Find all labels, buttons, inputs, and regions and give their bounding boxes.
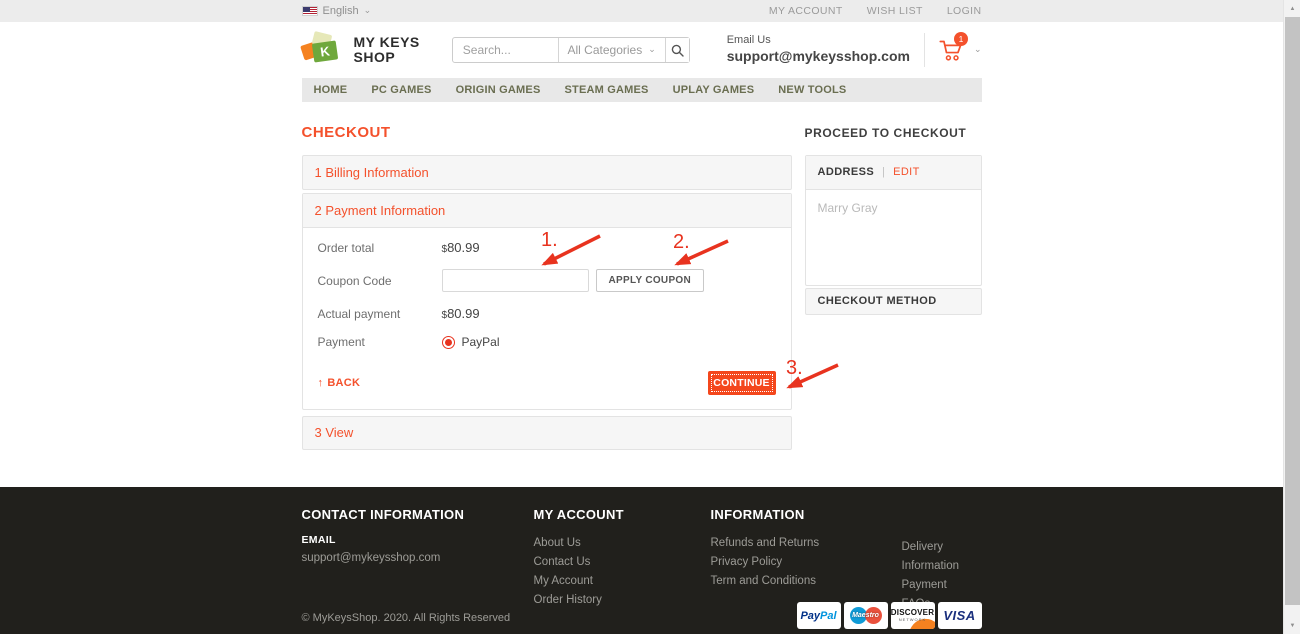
footer-link-order-history[interactable]: Order History: [534, 591, 624, 610]
language-selector[interactable]: English ⌄: [302, 5, 372, 17]
checkout-method-box[interactable]: CHECKOUT METHOD: [805, 288, 982, 315]
actual-payment-value: $80.99: [442, 306, 480, 321]
order-total-row: Order total $80.99: [318, 240, 776, 255]
nav-item-new-tools[interactable]: NEW TOOLS: [766, 84, 858, 96]
proceed-to-checkout-title: PROCEED TO CHECKOUT: [805, 126, 982, 140]
footer-link-delivery[interactable]: Delivery Information: [902, 538, 982, 576]
address-box: ADDRESS | EDIT Marry Gray: [805, 155, 982, 286]
scrollbar-up-arrow[interactable]: ▲: [1284, 0, 1300, 17]
checkout-page: English ⌄ MY ACCOUNT WISH LIST LOGIN K: [0, 0, 1300, 634]
order-total-value: $80.99: [442, 240, 480, 255]
login-link[interactable]: LOGIN: [947, 5, 982, 17]
footer-link-terms[interactable]: Term and Conditions: [711, 572, 820, 591]
my-account-link[interactable]: MY ACCOUNT: [769, 5, 843, 17]
paypal-card-icon: PayPal: [797, 602, 841, 629]
search-icon: [671, 44, 684, 57]
cart-button[interactable]: 1 ⌄: [939, 39, 982, 62]
top-utility-bar: English ⌄ MY ACCOUNT WISH LIST LOGIN: [0, 0, 1283, 22]
logo-text: MY KEYS SHOP: [354, 35, 420, 65]
maestro-card-icon: Maestro: [844, 602, 888, 629]
footer-email-value: support@mykeysshop.com: [302, 549, 465, 568]
category-dropdown[interactable]: All Categories ⌄: [558, 38, 665, 62]
wish-list-link[interactable]: WISH LIST: [867, 5, 923, 17]
payment-label: Payment: [318, 335, 442, 349]
chevron-down-icon: ⌄: [648, 46, 656, 55]
information-heading: INFORMATION: [711, 507, 820, 522]
main-nav-wrap: HOME PC GAMES ORIGIN GAMES STEAM GAMES U…: [0, 78, 1283, 102]
nav-item-uplay-games[interactable]: UPLAY GAMES: [661, 84, 767, 96]
address-name: Marry Gray: [806, 190, 981, 285]
main-content: CHECKOUT 1 Billing Information 2 Payment…: [0, 102, 1283, 487]
coupon-row: Coupon Code APPLY COUPON: [318, 269, 776, 292]
step-view[interactable]: 3 View: [302, 416, 792, 450]
language-label: English: [323, 5, 359, 17]
site-logo[interactable]: K MY KEYS SHOP: [302, 31, 420, 69]
footer-email-label: EMAIL: [302, 534, 465, 546]
address-divider: |: [882, 166, 885, 178]
site-footer: CONTACT INFORMATION EMAIL support@mykeys…: [0, 487, 1283, 634]
coupon-code-label: Coupon Code: [318, 274, 442, 288]
header-divider: [924, 33, 925, 67]
actual-payment-label: Actual payment: [318, 307, 442, 321]
chevron-down-icon: ⌄: [364, 7, 372, 16]
visa-card-icon: VISA: [938, 602, 982, 629]
main-nav: HOME PC GAMES ORIGIN GAMES STEAM GAMES U…: [302, 78, 982, 102]
footer-link-my-account[interactable]: My Account: [534, 572, 624, 591]
copyright-text: © MyKeysShop. 2020. All Rights Reserved: [302, 612, 511, 624]
page-title: CHECKOUT: [302, 124, 792, 141]
scrollbar-thumb[interactable]: [1285, 17, 1300, 605]
vertical-scrollbar[interactable]: ▲ ▼: [1283, 0, 1300, 634]
up-arrow-icon: ↑: [318, 377, 324, 389]
cart-count-badge: 1: [954, 32, 968, 46]
coupon-code-input[interactable]: [442, 269, 589, 292]
footer-link-refunds[interactable]: Refunds and Returns: [711, 534, 820, 553]
scrollbar-down-arrow[interactable]: ▼: [1284, 617, 1300, 634]
actual-payment-row: Actual payment $80.99: [318, 306, 776, 321]
us-flag-icon: [302, 6, 318, 16]
my-account-heading: MY ACCOUNT: [534, 507, 624, 522]
search-input[interactable]: [453, 38, 558, 62]
nav-item-origin-games[interactable]: ORIGIN GAMES: [444, 84, 553, 96]
paypal-radio[interactable]: [442, 336, 455, 349]
search-button[interactable]: [665, 38, 689, 62]
nav-item-steam-games[interactable]: STEAM GAMES: [553, 84, 661, 96]
nav-item-home[interactable]: HOME: [302, 84, 360, 96]
footer-link-payment[interactable]: Payment: [902, 576, 982, 595]
paypal-label[interactable]: PayPal: [462, 335, 500, 349]
footer-link-contact-us[interactable]: Contact Us: [534, 553, 624, 572]
discover-card-icon: DISCOVERNETWORK: [891, 602, 935, 629]
payment-information-header[interactable]: 2 Payment Information: [303, 194, 791, 228]
logo-keys-icon: K: [302, 31, 346, 69]
step-payment-information: 2 Payment Information Order total $80.99…: [302, 193, 792, 410]
contact-email: Email Us support@mykeysshop.com: [727, 34, 910, 65]
chevron-down-icon: ⌄: [974, 46, 982, 55]
order-total-label: Order total: [318, 241, 442, 255]
contact-information-heading: CONTACT INFORMATION: [302, 507, 465, 522]
footer-link-privacy[interactable]: Privacy Policy: [711, 553, 820, 572]
back-link[interactable]: ↑ BACK: [318, 377, 361, 389]
address-label: ADDRESS: [818, 166, 875, 178]
apply-coupon-button[interactable]: APPLY COUPON: [596, 269, 705, 292]
footer-link-about-us[interactable]: About Us: [534, 534, 624, 553]
step-billing-information[interactable]: 1 Billing Information: [302, 155, 792, 190]
payment-method-row: Payment PayPal: [318, 335, 776, 349]
continue-button[interactable]: CONTINUE: [708, 371, 776, 395]
payment-methods: PayPal Maestro DISCOVERNETWORK VISA: [797, 602, 982, 629]
nav-item-pc-games[interactable]: PC GAMES: [359, 84, 443, 96]
site-header: K MY KEYS SHOP All Categories ⌄: [0, 22, 1283, 78]
search-bar: All Categories ⌄: [452, 37, 690, 63]
edit-address-link[interactable]: EDIT: [893, 166, 920, 178]
